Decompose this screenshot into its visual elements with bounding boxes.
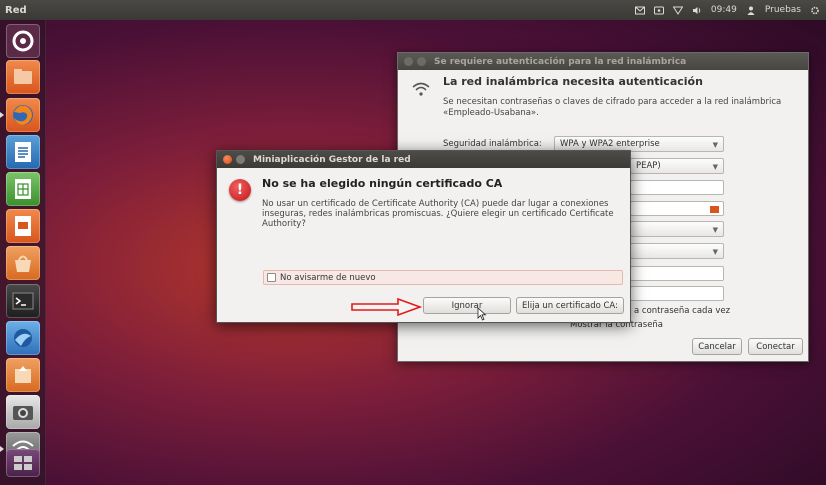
wireless-signal-icon <box>412 82 430 96</box>
chevron-down-icon: ▼ <box>712 163 718 171</box>
error-icon: ! <box>229 179 251 201</box>
annotation-arrow-icon <box>351 298 422 316</box>
impress-icon <box>15 216 31 236</box>
close-icon[interactable] <box>223 155 232 164</box>
peap-version-combo[interactable]: ▼ <box>630 221 724 237</box>
top-panel: Red 09:49 Pruebas <box>0 0 826 20</box>
choose-ca-certificate-button[interactable]: Elija un certificado CA: <box>516 297 624 314</box>
alert-heading: No se ha elegido ningún certificado CA <box>262 177 503 190</box>
thunderbird-icon <box>14 329 32 347</box>
do-not-warn-checkbox-row[interactable]: No avisarme de nuevo <box>263 270 623 285</box>
firefox-icon <box>13 105 33 125</box>
clock[interactable]: 09:49 <box>711 5 737 15</box>
security-label: Seguridad inalámbrica: <box>443 139 542 149</box>
username-field[interactable] <box>630 266 724 281</box>
workspaces-icon <box>14 456 32 470</box>
auth-value: PEAP) <box>636 161 661 171</box>
ca-certificate-field[interactable] <box>630 201 724 216</box>
app-name: Red <box>5 4 27 16</box>
chevron-down-icon: ▼ <box>712 226 718 234</box>
gear-icon[interactable] <box>810 6 820 15</box>
alert-dialog-titlebar[interactable]: Miniaplicación Gestor de la red <box>217 151 630 168</box>
cancel-button[interactable]: Cancelar <box>692 338 742 355</box>
ask-password-label[interactable]: a contraseña cada vez <box>634 306 730 316</box>
screenshot-icon <box>13 406 33 420</box>
terminal-icon <box>12 292 34 310</box>
files-icon <box>14 69 32 84</box>
thunderbird-button[interactable] <box>6 321 40 355</box>
ignore-button[interactable]: Ignorar <box>423 297 511 314</box>
calc-icon <box>15 179 31 199</box>
connect-button[interactable]: Conectar <box>748 338 803 355</box>
minimize-icon[interactable] <box>236 155 245 164</box>
files-button[interactable] <box>6 60 40 94</box>
close-icon[interactable] <box>404 57 413 66</box>
screenshot-button[interactable] <box>6 395 40 429</box>
keyboard-icon[interactable] <box>653 6 664 15</box>
impress-button[interactable] <box>6 209 40 243</box>
minimize-icon[interactable] <box>417 57 426 66</box>
workspaces-button[interactable] <box>6 449 40 477</box>
chevron-down-icon: ▼ <box>712 248 718 256</box>
file-icon <box>710 206 719 213</box>
dash-button[interactable] <box>6 24 40 58</box>
wifi-dialog-title: Se requiere autenticación para la red in… <box>434 56 687 67</box>
software-center-icon <box>15 255 31 272</box>
user-icon[interactable] <box>746 6 756 15</box>
firefox-button[interactable] <box>6 98 40 132</box>
update-manager-button[interactable] <box>6 358 40 392</box>
launcher <box>0 20 46 485</box>
wifi-icon[interactable] <box>672 6 683 15</box>
inner-auth-combo[interactable]: ▼ <box>630 243 724 259</box>
writer-button[interactable] <box>6 135 40 169</box>
software-center-button[interactable] <box>6 246 40 280</box>
writer-icon <box>15 142 31 162</box>
running-indicator <box>0 112 4 118</box>
user-name[interactable]: Pruebas <box>765 5 801 15</box>
password-field[interactable] <box>630 286 724 301</box>
update-manager-icon <box>15 366 31 383</box>
calc-button[interactable] <box>6 172 40 206</box>
anonymous-identity-field[interactable] <box>630 180 724 195</box>
terminal-button[interactable] <box>6 284 40 318</box>
chevron-down-icon: ▼ <box>712 141 718 149</box>
do-not-warn-checkbox[interactable] <box>267 273 276 282</box>
mouse-cursor-icon <box>477 307 487 321</box>
auth-combo[interactable]: PEAP) ▼ <box>630 158 724 174</box>
running-indicator <box>0 446 4 452</box>
ca-warning-dialog: Miniaplicación Gestor de la red ! No se … <box>216 150 631 323</box>
mail-icon[interactable] <box>634 6 645 15</box>
wifi-dialog-titlebar[interactable]: Se requiere autenticación para la red in… <box>398 53 808 70</box>
wifi-dialog-heading: La red inalámbrica necesita autenticació… <box>443 75 703 88</box>
do-not-warn-label[interactable]: No avisarme de nuevo <box>280 273 376 283</box>
alert-dialog-title: Miniaplicación Gestor de la red <box>253 154 411 165</box>
dash-icon <box>12 30 34 52</box>
security-value: WPA y WPA2 enterprise <box>560 139 660 149</box>
alert-description: No usar un certificado de Certificate Au… <box>262 199 614 229</box>
volume-icon[interactable] <box>692 6 702 15</box>
wifi-dialog-description: Se necesitan contraseñas o claves de cif… <box>443 97 782 118</box>
indicator-area: 09:49 Pruebas <box>634 0 820 20</box>
